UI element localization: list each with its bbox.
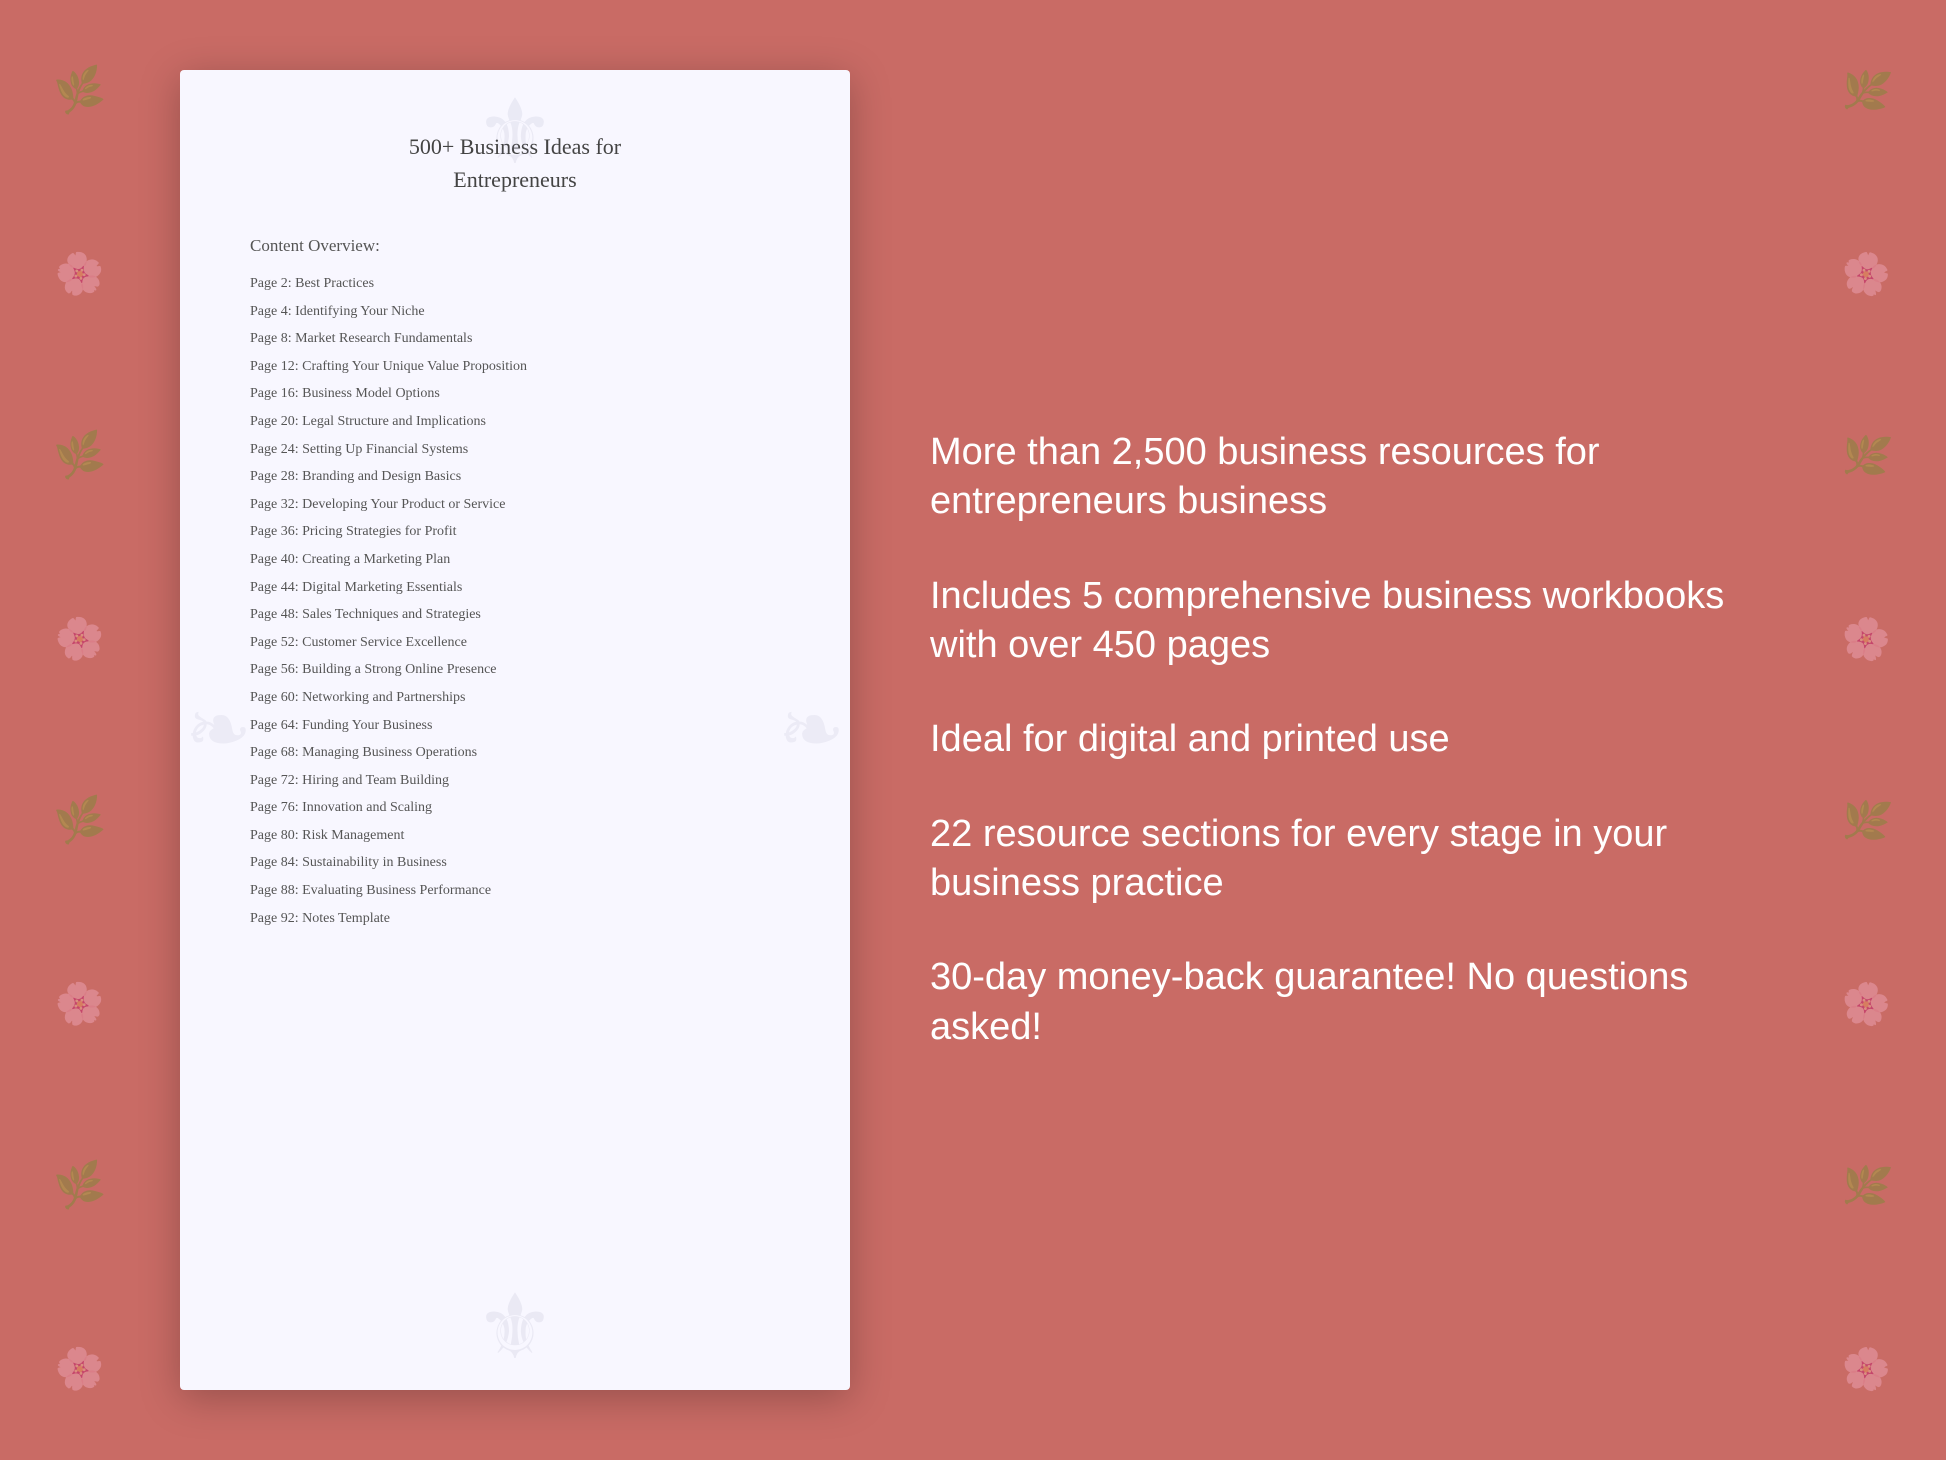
feature-item: Includes 5 comprehensive business workbo… — [930, 572, 1766, 671]
toc-page-title: Market Research Fundamentals — [295, 331, 472, 346]
toc-page-number: Page 80: — [250, 828, 299, 843]
document-card: ⚜ ⚜ ❧ ❧ 500+ Business Ideas for Entrepre… — [180, 70, 850, 1390]
watermark-left: ❧ — [185, 683, 252, 777]
toc-page-number: Page 60: — [250, 690, 299, 705]
toc-page-title: Branding and Design Basics — [302, 469, 461, 484]
toc-entry: Page 44: Digital Marketing Essentials — [250, 578, 780, 598]
toc-page-number: Page 36: — [250, 524, 299, 539]
toc-page-number: Page 48: — [250, 607, 299, 622]
doc-title-line2: Entrepreneurs — [453, 167, 576, 192]
toc-page-title: Notes Template — [302, 911, 390, 926]
toc-entry: Page 20: Legal Structure and Implication… — [250, 412, 780, 432]
toc-page-title: Networking and Partnerships — [302, 690, 465, 705]
toc-page-title: Developing Your Product or Service — [302, 497, 505, 512]
toc-entry: Page 24: Setting Up Financial Systems — [250, 440, 780, 460]
toc-entry: Page 28: Branding and Design Basics — [250, 467, 780, 487]
toc-page-number: Page 20: — [250, 414, 299, 429]
toc-entry: Page 52: Customer Service Excellence — [250, 633, 780, 653]
toc-page-title: Risk Management — [302, 828, 404, 843]
toc-page-title: Hiring and Team Building — [302, 773, 449, 788]
toc-page-number: Page 40: — [250, 552, 299, 567]
toc-page-number: Page 92: — [250, 911, 299, 926]
feature-item: More than 2,500 business resources for e… — [930, 428, 1766, 527]
toc-page-title: Business Model Options — [302, 386, 440, 401]
toc-page-number: Page 84: — [250, 855, 299, 870]
feature-item: Ideal for digital and printed use — [930, 715, 1766, 764]
right-panel: More than 2,500 business resources for e… — [930, 408, 1766, 1053]
toc-entry: Page 2: Best Practices — [250, 274, 780, 294]
toc-page-number: Page 64: — [250, 718, 299, 733]
toc-entry: Page 72: Hiring and Team Building — [250, 771, 780, 791]
toc-entry: Page 60: Networking and Partnerships — [250, 688, 780, 708]
toc-entry: Page 84: Sustainability in Business — [250, 853, 780, 873]
toc-entry: Page 56: Building a Strong Online Presen… — [250, 660, 780, 680]
toc-page-title: Crafting Your Unique Value Proposition — [302, 359, 527, 374]
feature-item: 30-day money-back guarantee! No question… — [930, 953, 1766, 1052]
toc-page-title: Digital Marketing Essentials — [302, 580, 462, 595]
toc-page-number: Page 76: — [250, 800, 299, 815]
toc-page-number: Page 24: — [250, 442, 299, 457]
toc-entry: Page 8: Market Research Fundamentals — [250, 329, 780, 349]
toc-page-number: Page 28: — [250, 469, 299, 484]
toc-page-title: Creating a Marketing Plan — [302, 552, 450, 567]
toc-page-number: Page 12: — [250, 359, 299, 374]
toc-entry: Page 36: Pricing Strategies for Profit — [250, 522, 780, 542]
toc-page-number: Page 56: — [250, 662, 299, 677]
toc-page-title: Building a Strong Online Presence — [302, 662, 496, 677]
toc-entry: Page 40: Creating a Marketing Plan — [250, 550, 780, 570]
toc-page-title: Legal Structure and Implications — [302, 414, 486, 429]
toc-page-title: Identifying Your Niche — [295, 304, 425, 319]
toc-entry: Page 48: Sales Techniques and Strategies — [250, 605, 780, 625]
toc-page-title: Sustainability in Business — [302, 855, 447, 870]
toc-page-title: Setting Up Financial Systems — [302, 442, 468, 457]
toc-entry: Page 32: Developing Your Product or Serv… — [250, 495, 780, 515]
toc-page-title: Managing Business Operations — [302, 745, 477, 760]
toc-page-number: Page 16: — [250, 386, 299, 401]
feature-item: 22 resource sections for every stage in … — [930, 810, 1766, 909]
table-of-contents: Page 2: Best PracticesPage 4: Identifyin… — [250, 274, 780, 928]
toc-page-number: Page 44: — [250, 580, 299, 595]
toc-entry: Page 68: Managing Business Operations — [250, 743, 780, 763]
toc-page-title: Evaluating Business Performance — [302, 883, 491, 898]
watermark-right: ❧ — [778, 683, 845, 777]
toc-entry: Page 88: Evaluating Business Performance — [250, 881, 780, 901]
doc-title-line1: 500+ Business Ideas for — [409, 134, 621, 159]
toc-page-number: Page 2: — [250, 276, 292, 291]
document-title: 500+ Business Ideas for Entrepreneurs — [250, 130, 780, 196]
toc-page-title: Pricing Strategies for Profit — [302, 524, 456, 539]
toc-entry: Page 80: Risk Management — [250, 826, 780, 846]
watermark-bottom: ⚜ — [475, 1275, 556, 1380]
toc-page-title: Sales Techniques and Strategies — [302, 607, 481, 622]
toc-entry: Page 76: Innovation and Scaling — [250, 798, 780, 818]
toc-entry: Page 64: Funding Your Business — [250, 716, 780, 736]
toc-entry: Page 16: Business Model Options — [250, 384, 780, 404]
toc-page-number: Page 4: — [250, 304, 292, 319]
toc-entry: Page 92: Notes Template — [250, 909, 780, 929]
toc-page-title: Customer Service Excellence — [302, 635, 467, 650]
toc-page-number: Page 68: — [250, 745, 299, 760]
toc-page-title: Funding Your Business — [302, 718, 432, 733]
toc-page-number: Page 8: — [250, 331, 292, 346]
toc-page-number: Page 32: — [250, 497, 299, 512]
toc-page-number: Page 88: — [250, 883, 299, 898]
toc-page-number: Page 52: — [250, 635, 299, 650]
toc-entry: Page 12: Crafting Your Unique Value Prop… — [250, 357, 780, 377]
toc-page-title: Best Practices — [295, 276, 374, 291]
toc-page-title: Innovation and Scaling — [302, 800, 432, 815]
toc-entry: Page 4: Identifying Your Niche — [250, 302, 780, 322]
section-title: Content Overview: — [250, 236, 780, 256]
toc-page-number: Page 72: — [250, 773, 299, 788]
main-layout: ⚜ ⚜ ❧ ❧ 500+ Business Ideas for Entrepre… — [0, 0, 1946, 1460]
